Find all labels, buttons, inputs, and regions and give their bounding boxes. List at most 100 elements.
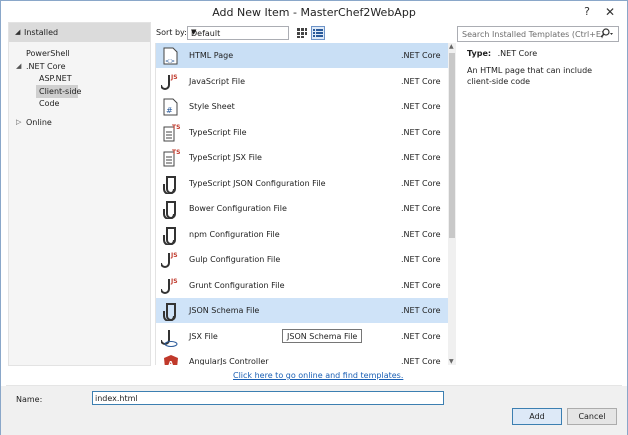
svg-text:A: A xyxy=(168,360,174,365)
sort-toolbar: Sort by: Default ▼ xyxy=(156,26,446,42)
svg-text:JS: JS xyxy=(170,252,178,259)
name-field[interactable]: index.html xyxy=(92,391,444,405)
scrollbar-thumb[interactable] xyxy=(449,53,455,238)
svg-text:TS: TS xyxy=(172,124,180,131)
template-name: Bower Configuration File xyxy=(189,204,287,213)
template-row[interactable]: <> HTML Page .NET Core xyxy=(156,43,448,68)
tree-item-powershell[interactable]: PowerShell xyxy=(26,49,70,58)
category-tree-panel: ◢ Installed PowerShell ◢ .NET Core ASP.N… xyxy=(8,22,151,366)
tree-item-aspnet[interactable]: ASP.NET xyxy=(39,74,72,83)
template-framework: .NET Core xyxy=(401,127,441,137)
cancel-button[interactable]: Cancel xyxy=(567,408,617,425)
template-row[interactable]: JS Grunt Configuration File .NET Core xyxy=(156,273,448,298)
npm-config-file-icon xyxy=(161,225,181,246)
template-list-scrollbar[interactable]: ▲ ▼ xyxy=(448,43,456,365)
tree-item-code[interactable]: Code xyxy=(39,99,59,108)
template-description: An HTML page that can include client-sid… xyxy=(467,66,593,86)
template-row[interactable]: Bower Configuration File .NET Core xyxy=(156,196,448,221)
tree-item-client-side[interactable]: Client-side xyxy=(36,85,82,98)
installed-label: Installed xyxy=(24,28,59,37)
tree-item-netcore[interactable]: ◢ .NET Core xyxy=(16,62,66,71)
template-row[interactable]: TypeScript JSON Configuration File .NET C… xyxy=(156,171,448,196)
tree-item-label: Online xyxy=(26,118,52,127)
online-templates-link[interactable]: Click here to go online and find templat… xyxy=(233,371,403,380)
json-config-file-icon xyxy=(161,174,181,195)
gulp-config-file-icon: JS xyxy=(160,250,181,270)
collapse-arrow-icon: ◢ xyxy=(15,28,21,36)
typescript-jsx-file-icon: TS xyxy=(161,148,181,168)
template-row[interactable]: JS Gulp Configuration File .NET Core xyxy=(156,247,448,272)
html-file-icon: <> xyxy=(161,46,181,66)
chevron-down-icon: ▼ xyxy=(191,28,197,36)
sort-label: Sort by: xyxy=(156,28,187,37)
type-line: Type: .NET Core xyxy=(467,49,617,58)
json-schema-file-icon xyxy=(161,301,181,322)
type-value: .NET Core xyxy=(497,49,538,58)
name-label: Name: xyxy=(16,395,43,404)
name-value: index.html xyxy=(95,394,138,403)
tree-item-online[interactable]: ▷ Online xyxy=(16,118,52,127)
small-icons-view-button[interactable] xyxy=(295,26,309,40)
add-button[interactable]: Add xyxy=(512,408,562,425)
template-row[interactable]: JSON Schema File .NET Core xyxy=(156,298,448,323)
svg-text:TS: TS xyxy=(172,149,180,156)
template-name: JSON Schema File xyxy=(189,306,260,315)
scroll-down-icon[interactable]: ▼ xyxy=(449,358,454,365)
tree-item-label: Code xyxy=(39,99,60,108)
template-name: TypeScript JSON Configuration File xyxy=(189,178,326,188)
template-row[interactable]: TS TypeScript File .NET Core xyxy=(156,120,448,145)
search-box[interactable]: Search Installed Templates (Ctrl+E) xyxy=(457,26,619,42)
help-button[interactable]: ? xyxy=(579,4,595,20)
grunt-config-file-icon: JS xyxy=(160,276,181,296)
template-row[interactable]: JS JavaScript File .NET Core xyxy=(156,69,448,94)
template-list[interactable]: <> HTML Page .NET Core JS JavaScript File .NE… xyxy=(155,43,448,365)
template-framework: .NET Core xyxy=(401,357,441,365)
javascript-file-icon: JS xyxy=(160,72,181,92)
search-icon[interactable] xyxy=(598,27,614,41)
template-name: Style Sheet xyxy=(189,102,235,111)
template-framework: .NET Core xyxy=(401,51,441,60)
template-row[interactable]: A AngularJs Controller .NET Core xyxy=(156,349,448,365)
collapsed-arrow-icon[interactable]: ▷ xyxy=(16,118,21,126)
template-framework: .NET Core xyxy=(401,178,441,188)
template-name: npm Configuration File xyxy=(189,229,280,239)
close-button[interactable]: ✕ xyxy=(602,4,618,20)
expanded-arrow-icon[interactable]: ◢ xyxy=(16,62,21,70)
template-name: HTML Page xyxy=(189,51,234,60)
template-name: TypeScript File xyxy=(189,127,247,137)
template-row[interactable]: TS TypeScript JSX File .NET Core xyxy=(156,145,448,170)
typescript-file-icon: TS xyxy=(161,123,181,143)
scroll-up-icon[interactable]: ▲ xyxy=(449,43,454,50)
stylesheet-file-icon: # xyxy=(161,97,181,117)
svg-text:JS: JS xyxy=(170,278,178,285)
template-name: Grunt Configuration File xyxy=(189,280,285,290)
template-row[interactable]: # Style Sheet .NET Core xyxy=(156,94,448,119)
template-framework: .NET Core xyxy=(401,204,441,213)
template-framework: .NET Core xyxy=(401,280,441,290)
list-view-button[interactable] xyxy=(311,26,325,40)
svg-text:JS: JS xyxy=(170,74,178,81)
template-framework: .NET Core xyxy=(401,306,441,315)
template-framework: .NET Core xyxy=(401,331,441,341)
angular-controller-icon: A xyxy=(161,352,181,365)
installed-header[interactable]: ◢ Installed xyxy=(9,23,150,42)
tree-item-label: Client-side xyxy=(39,87,82,96)
bower-config-file-icon xyxy=(161,199,181,220)
template-framework: .NET Core xyxy=(401,229,441,239)
type-label: Type: xyxy=(467,49,492,58)
template-name: JSX File xyxy=(189,331,218,341)
tree-item-label: PowerShell xyxy=(26,49,70,58)
sort-dropdown[interactable]: Default ▼ xyxy=(187,26,289,40)
search-placeholder: Search Installed Templates (Ctrl+E) xyxy=(462,30,605,39)
svg-text:<>: <> xyxy=(165,58,175,65)
template-details: Type: .NET Core An HTML page that can in… xyxy=(467,49,617,87)
tree-item-label: ASP.NET xyxy=(39,74,72,83)
template-framework: .NET Core xyxy=(401,102,441,111)
dialog-title: Add New Item - MasterChef2WebApp xyxy=(212,6,416,19)
template-name: AngularJs Controller xyxy=(189,357,269,365)
jsx-file-icon xyxy=(160,327,181,347)
template-name: Gulp Configuration File xyxy=(189,255,281,264)
template-row[interactable]: npm Configuration File .NET Core xyxy=(156,222,448,247)
svg-text:#: # xyxy=(166,106,173,115)
template-framework: .NET Core xyxy=(401,153,441,162)
